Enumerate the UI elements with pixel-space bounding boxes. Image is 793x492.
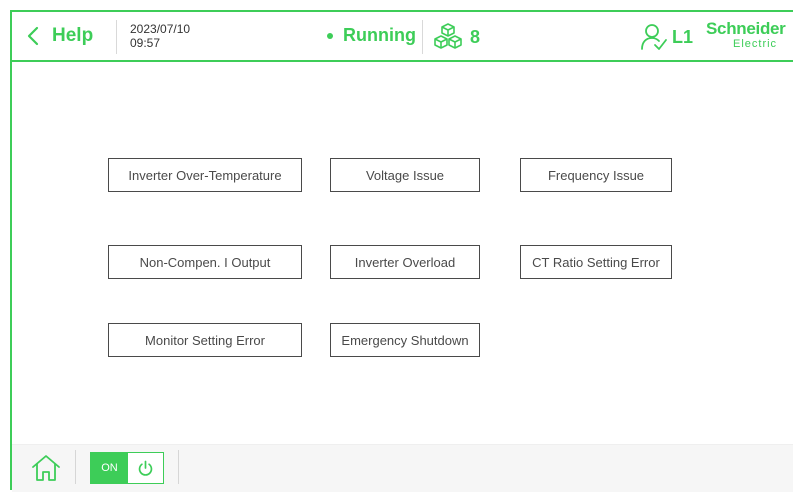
footer-divider xyxy=(75,450,76,484)
fault-button-inverter-over-temperature[interactable]: Inverter Over-Temperature xyxy=(108,158,302,192)
fault-button-non-compen-i-output[interactable]: Non-Compen. I Output xyxy=(108,245,302,279)
schneider-logo: Schneider Electric xyxy=(706,19,786,51)
datetime: 2023/07/10 09:57 xyxy=(130,22,190,50)
header-bar: Help 2023/07/10 09:57 Running 8 L1 Schne… xyxy=(12,12,793,62)
user-level[interactable]: L1 xyxy=(640,22,693,52)
date-text: 2023/07/10 xyxy=(130,22,191,36)
back-label: Help xyxy=(52,25,94,46)
home-icon[interactable] xyxy=(30,453,62,483)
power-button[interactable] xyxy=(128,453,163,483)
chevron-left-icon xyxy=(27,26,39,46)
fault-button-emergency-shutdown[interactable]: Emergency Shutdown xyxy=(330,323,480,357)
footer-bar: ON xyxy=(12,444,793,492)
fault-button-monitor-setting-error[interactable]: Monitor Setting Error xyxy=(108,323,302,357)
back-button[interactable]: Help xyxy=(26,23,93,49)
fault-button-frequency-issue[interactable]: Frequency Issue xyxy=(520,158,672,192)
fault-button-voltage-issue[interactable]: Voltage Issue xyxy=(330,158,480,192)
header-divider xyxy=(422,20,423,54)
fault-button-inverter-overload[interactable]: Inverter Overload xyxy=(330,245,480,279)
user-level-value: L1 xyxy=(672,26,694,47)
power-icon xyxy=(138,460,153,476)
status-dot-icon xyxy=(327,32,333,39)
module-count[interactable]: 8 xyxy=(432,22,480,52)
toggle-on-label: ON xyxy=(91,453,128,483)
brand-line1: Schneider xyxy=(706,19,786,38)
power-toggle[interactable]: ON xyxy=(90,452,164,484)
module-count-value: 8 xyxy=(470,26,481,47)
fault-button-ct-ratio-setting-error[interactable]: CT Ratio Setting Error xyxy=(520,245,672,279)
cubes-icon xyxy=(434,23,462,49)
footer-divider xyxy=(178,450,179,484)
header-divider xyxy=(116,20,117,54)
user-check-icon xyxy=(641,24,667,50)
time-text: 09:57 xyxy=(130,36,161,50)
app-frame: Help 2023/07/10 09:57 Running 8 L1 Schne… xyxy=(10,10,793,492)
status-text: Running xyxy=(343,25,416,45)
brand-line2: Electric xyxy=(733,38,778,50)
status-indicator: Running xyxy=(327,25,416,46)
